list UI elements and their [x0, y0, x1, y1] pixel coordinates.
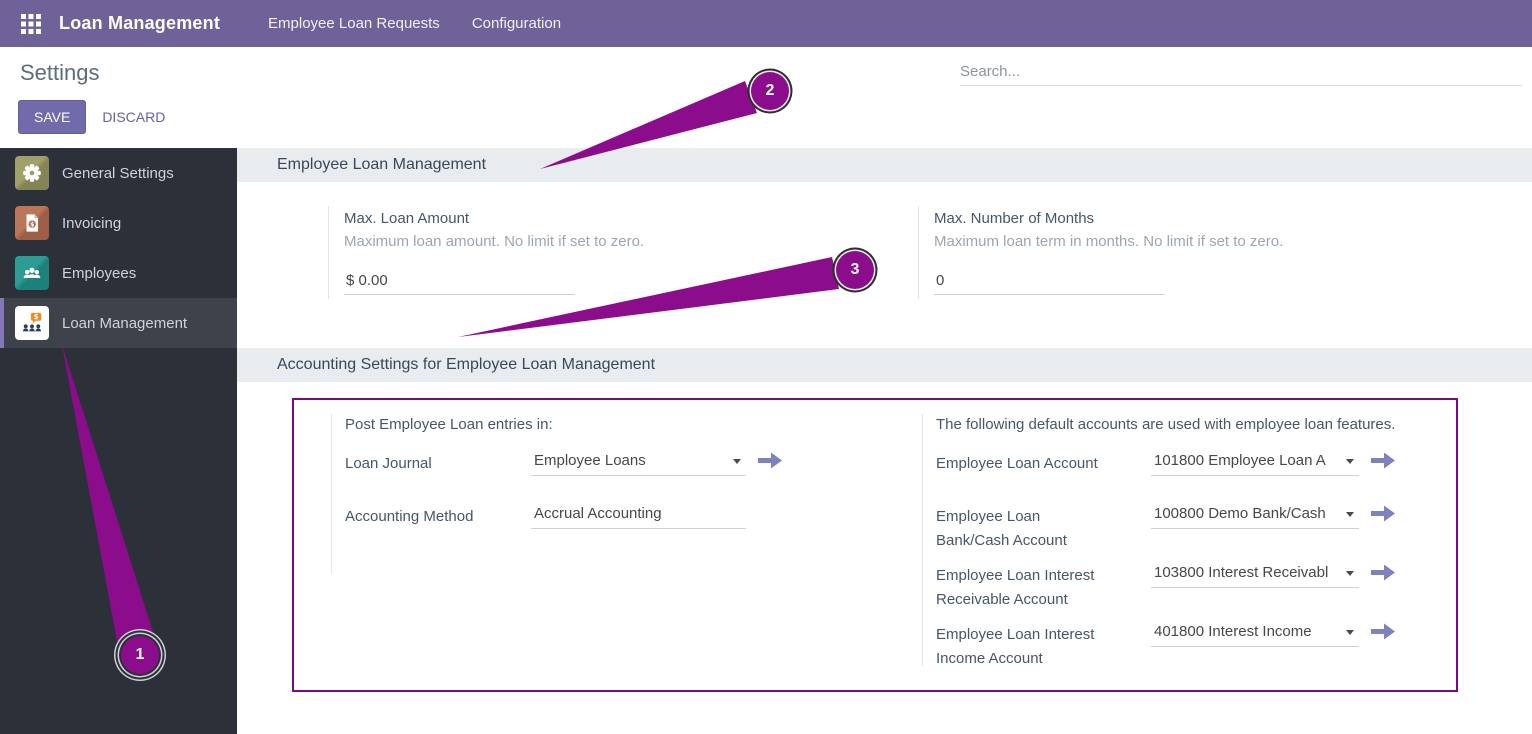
sidebar-item-label: Employees	[62, 265, 136, 282]
field-help-text: Maximum loan amount. No limit if set to …	[344, 233, 808, 250]
internal-link-arrow-icon[interactable]	[758, 452, 782, 474]
selected-value: Accrual Accounting	[534, 505, 662, 522]
apps-grid-icon-glyph	[21, 14, 41, 34]
dropdown-caret-icon	[733, 459, 741, 464]
setting-max-number-of-months: Max. Number of Months Maximum loan term …	[918, 206, 1418, 299]
field-help-text: Maximum loan term in months. No limit if…	[934, 233, 1418, 250]
top-menu: Employee Loan Requests Configuration	[252, 2, 577, 45]
loan-management-icon: $	[15, 306, 49, 340]
interest-receivable-account-select[interactable]: 103800 Interest Receivabl	[1151, 562, 1359, 588]
internal-link-arrow-icon[interactable]	[1371, 452, 1395, 474]
field-label: Employee Loan Bank/Cash Account	[936, 505, 1104, 553]
menu-employee-loan-requests[interactable]: Employee Loan Requests	[252, 2, 456, 45]
field-label: Max. Loan Amount	[344, 210, 808, 227]
annotation-badge-1: 1	[121, 636, 159, 674]
action-buttons: SAVE DISCARD	[18, 100, 165, 134]
accounting-method-field[interactable]: Accrual Accounting	[531, 503, 746, 529]
selected-value: 103800 Interest Receivabl	[1154, 564, 1328, 581]
journal-settings-column: Post Employee Loan entries in: Loan Jour…	[331, 414, 781, 574]
selected-value: 100800 Demo Bank/Cash	[1154, 505, 1326, 522]
app-name[interactable]: Loan Management	[59, 13, 220, 34]
sidebar-item-loan-management[interactable]: $ Loan Management	[0, 298, 237, 348]
svg-text:$: $	[30, 221, 34, 228]
field-label: Employee Loan Interest Income Account	[936, 623, 1104, 671]
invoice-icon: $	[15, 206, 49, 240]
annotation-badge-3: 3	[836, 251, 874, 289]
save-button[interactable]: SAVE	[18, 100, 86, 134]
sidebar-item-general-settings[interactable]: General Settings	[0, 148, 237, 198]
selected-value: Employee Loans	[534, 452, 646, 469]
dropdown-caret-icon	[1346, 571, 1354, 576]
field-label: Max. Number of Months	[934, 210, 1418, 227]
employees-icon	[15, 256, 49, 290]
dropdown-caret-icon	[1346, 512, 1354, 517]
accounting-settings-box: Post Employee Loan entries in: Loan Jour…	[292, 398, 1458, 692]
default-accounts-column: The following default accounts are used …	[922, 414, 1432, 666]
settings-content: Employee Loan Management Max. Loan Amoun…	[237, 148, 1532, 734]
max-loan-amount-input[interactable]	[344, 270, 575, 295]
field-label: Employee Loan Account	[936, 452, 1104, 476]
internal-link-arrow-icon[interactable]	[1371, 564, 1395, 586]
bank-cash-account-select[interactable]: 100800 Demo Bank/Cash	[1151, 503, 1359, 529]
sidebar-item-invoicing[interactable]: $ Invoicing	[0, 198, 237, 248]
apps-grid-icon[interactable]	[20, 13, 42, 35]
field-label: Accounting Method	[345, 505, 515, 529]
svg-text:$: $	[34, 313, 39, 321]
section-header-employee-loan-management: Employee Loan Management	[237, 148, 1532, 182]
dropdown-caret-icon	[1346, 459, 1354, 464]
selected-value: 401800 Interest Income	[1154, 623, 1312, 640]
interest-income-account-select[interactable]: 401800 Interest Income	[1151, 621, 1359, 647]
setting-max-loan-amount: Max. Loan Amount Maximum loan amount. No…	[328, 206, 808, 299]
sidebar-item-employees[interactable]: Employees	[0, 248, 237, 298]
annotation-badge-2: 2	[751, 72, 789, 110]
max-number-of-months-input[interactable]	[934, 270, 1165, 295]
field-label: Employee Loan Interest Receivable Accoun…	[936, 564, 1104, 612]
default-accounts-intro: The following default accounts are used …	[936, 416, 1395, 433]
selected-value: 101800 Employee Loan A	[1154, 452, 1326, 469]
internal-link-arrow-icon[interactable]	[1371, 623, 1395, 645]
post-entries-intro: Post Employee Loan entries in:	[345, 416, 553, 433]
loan-journal-select[interactable]: Employee Loans	[531, 450, 746, 476]
dropdown-caret-icon	[1346, 630, 1354, 635]
sidebar-item-label: General Settings	[62, 165, 174, 182]
loan-management-settings-page: Loan Management Employee Loan Requests C…	[0, 0, 1532, 734]
top-navbar: Loan Management Employee Loan Requests C…	[0, 0, 1532, 47]
internal-link-arrow-icon[interactable]	[1371, 505, 1395, 527]
gear-icon	[15, 156, 49, 190]
page-title: Settings	[20, 60, 100, 86]
settings-sidebar: General Settings $ Invoicing	[0, 148, 237, 734]
menu-configuration[interactable]: Configuration	[456, 2, 577, 45]
field-label: Loan Journal	[345, 452, 515, 476]
employee-loan-account-select[interactable]: 101800 Employee Loan A	[1151, 450, 1359, 476]
sidebar-item-label: Invoicing	[62, 215, 121, 232]
search-input[interactable]	[960, 58, 1522, 86]
sidebar-item-label: Loan Management	[62, 315, 187, 332]
section-header-accounting-settings: Accounting Settings for Employee Loan Ma…	[237, 348, 1532, 382]
discard-button[interactable]: DISCARD	[102, 109, 165, 125]
